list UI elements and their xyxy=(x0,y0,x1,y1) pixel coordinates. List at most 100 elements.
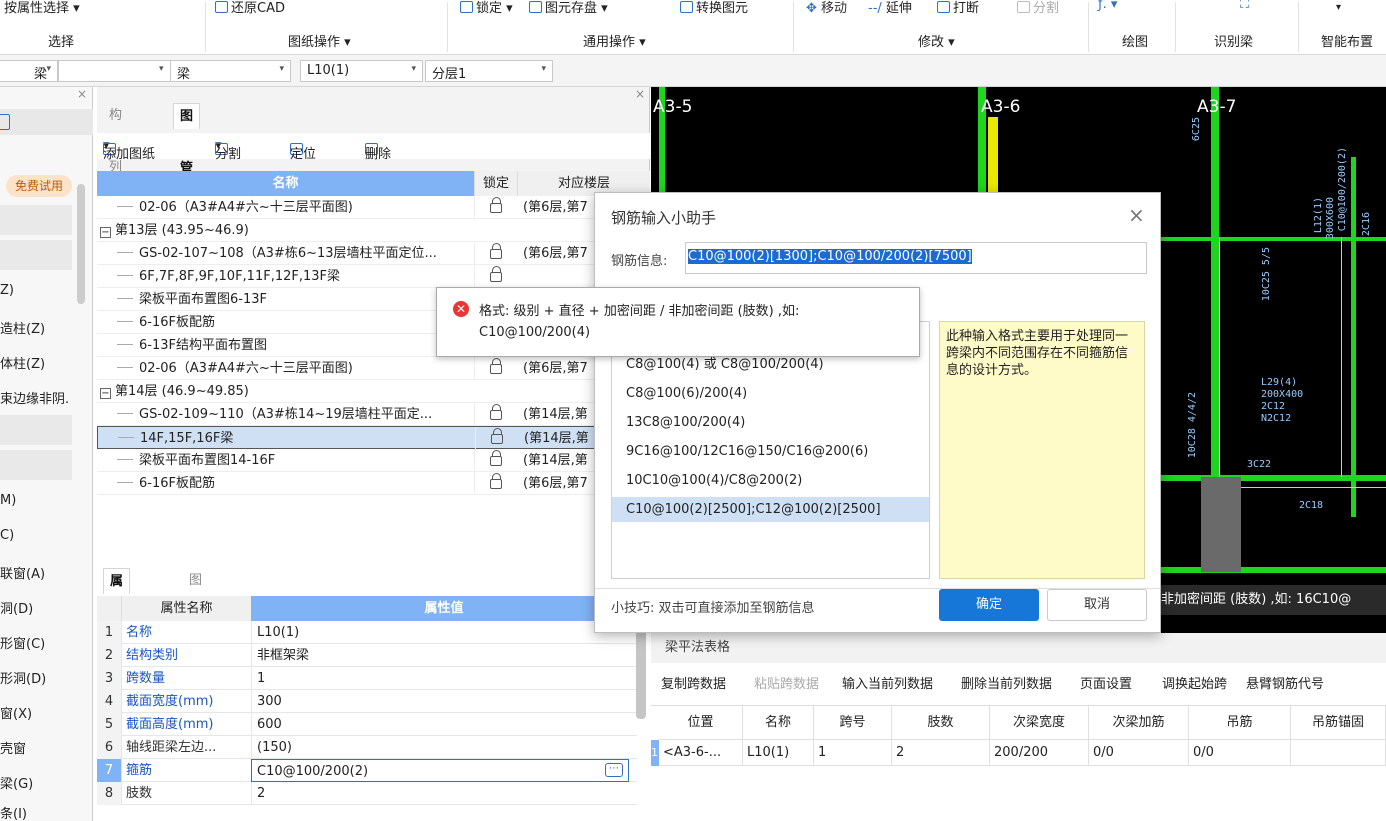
tree-item[interactable]: C) xyxy=(0,528,14,543)
column-header[interactable]: 吊筋 xyxy=(1189,706,1291,740)
property-row[interactable]: 5 截面高度(mm) 600 xyxy=(97,713,637,736)
ellipsis-icon[interactable]: ⋯ xyxy=(605,763,623,777)
table-cell[interactable]: 0/0 xyxy=(1189,740,1291,766)
property-value[interactable]: (150) xyxy=(251,736,629,759)
break-button[interactable]: 打断 xyxy=(937,0,979,16)
table-row[interactable]: 02-06（A3#A4#六~十三层平面图) (第6层,第7 xyxy=(97,196,646,219)
beam-toolbar-button[interactable]: 删除当前列数据 xyxy=(961,673,1052,692)
table-cell[interactable]: L10(1) xyxy=(743,740,814,766)
free-trial-badge[interactable]: 免费试用 xyxy=(6,175,72,197)
column-header[interactable]: 肢数 xyxy=(892,706,990,740)
tree-item[interactable]: 体柱(Z) xyxy=(0,353,45,372)
table-row[interactable]: 14F,15F,16F梁 (第14层,第 xyxy=(97,426,646,450)
example-item[interactable]: 10C10@100(4)/C8@200(2) xyxy=(612,468,929,493)
layer-combo[interactable]: 分层1 ▾ xyxy=(425,60,553,82)
column-header[interactable]: 次梁宽度 xyxy=(990,706,1089,740)
split-button[interactable]: 分割 xyxy=(1017,0,1059,16)
scrollbar[interactable] xyxy=(77,184,85,304)
example-item[interactable]: C10@100(2)[2500];C12@100(2)[2500] xyxy=(612,497,929,522)
rebar-info-input[interactable]: C10@100(2)[1300];C10@100/200(2)[7500] xyxy=(685,242,1147,274)
tree-item[interactable]: 造柱(Z) xyxy=(0,318,45,337)
column-header-property-value[interactable]: 属性值 xyxy=(251,596,637,621)
vertical-scrollbar[interactable] xyxy=(636,621,646,719)
lock-icon[interactable] xyxy=(490,473,502,489)
tree-item[interactable]: 联窗(A) xyxy=(0,563,45,582)
add-drawing-button[interactable]: 添加图纸 ▾ xyxy=(103,138,155,162)
element-subtype-combo[interactable]: 梁 ▾ xyxy=(170,60,291,82)
column-header-name[interactable]: 名称 xyxy=(97,171,474,196)
example-item[interactable]: 9C16@100/12C16@150/C16@200(6) xyxy=(612,439,929,464)
move-button[interactable]: ✥ 移动 xyxy=(806,0,847,16)
tree-group-row[interactable]: − 第13层 (43.95~46.9) xyxy=(97,219,646,242)
property-value[interactable]: 1 xyxy=(251,667,629,690)
tree-item[interactable]: 形窗(C) xyxy=(0,633,45,652)
tree-item[interactable]: 洞(D) xyxy=(0,598,33,617)
table-row[interactable]: 梁板平面布置图14-16F (第14层,第 xyxy=(97,449,646,472)
property-row[interactable]: 1 名称 L10(1) xyxy=(97,621,637,644)
table-row[interactable]: 02-06（A3#A4#六~十三层平面图) (第6层,第7 xyxy=(97,357,646,380)
table-row[interactable]: GS-02-109~110（A3#栋14~19层墙柱平面定... (第14层,第 xyxy=(97,403,646,426)
table-cell[interactable]: 2 xyxy=(892,740,990,766)
lock-button[interactable]: 锁定 ▾ xyxy=(460,0,513,16)
extend-button[interactable]: --/ 延伸 xyxy=(868,0,912,16)
element-type-combo-1[interactable]: 梁 ▾ xyxy=(0,60,58,82)
tab-drawing-management[interactable]: 图纸管理 xyxy=(173,103,201,202)
property-value[interactable]: C10@100/200(2) xyxy=(251,759,629,782)
beam-toolbar-button[interactable]: 页面设置 xyxy=(1080,673,1132,692)
tree-item[interactable]: Z) xyxy=(0,283,14,298)
table-cell[interactable] xyxy=(1291,740,1386,766)
tab-layer-management[interactable]: 图层管理 xyxy=(183,568,208,666)
cancel-button[interactable]: 取消 xyxy=(1047,589,1147,621)
table-cell[interactable]: 200/200 xyxy=(990,740,1089,766)
tree-item[interactable]: 壳窗 xyxy=(0,738,26,757)
beam-toolbar-button[interactable]: 复制跨数据 xyxy=(661,673,726,692)
collapse-icon[interactable]: − xyxy=(100,388,111,399)
beam-toolbar-button[interactable]: 粘贴跨数据 xyxy=(754,673,819,692)
property-value[interactable]: 300 xyxy=(251,690,629,713)
property-row[interactable]: 6 轴线距梁左边... (150) xyxy=(97,736,637,759)
property-value[interactable]: 非框架梁 xyxy=(251,644,629,667)
lock-icon[interactable] xyxy=(491,428,503,444)
tree-item[interactable]: 束边缘非阴. xyxy=(0,388,69,407)
lock-icon[interactable] xyxy=(490,243,502,259)
convert-element-button[interactable]: 转换图元 xyxy=(680,0,748,16)
lock-icon[interactable] xyxy=(490,404,502,420)
beam-toolbar-button[interactable]: 悬臂钢筋代号 xyxy=(1246,673,1324,692)
property-value[interactable]: 600 xyxy=(251,713,629,736)
column-header[interactable]: 位置 xyxy=(659,706,743,740)
column-header[interactable]: 次梁加筋 xyxy=(1089,706,1189,740)
lock-icon[interactable] xyxy=(490,266,502,282)
recognize-beam-icon[interactable]: ⛶ xyxy=(1240,0,1249,12)
ok-button[interactable]: 确定 xyxy=(939,589,1039,621)
tree-item[interactable]: 梁(G) xyxy=(0,773,33,792)
property-row[interactable]: 8 肢数 2 xyxy=(97,782,637,805)
restore-cad-button[interactable]: 还原CAD xyxy=(215,0,285,16)
table-row[interactable]: 6-16F板配筋 (第6层,第7 xyxy=(97,472,646,495)
tree-item[interactable]: M) xyxy=(0,493,16,508)
column-header[interactable]: 跨号 xyxy=(814,706,892,740)
property-row[interactable]: 3 跨数量 1 xyxy=(97,667,637,690)
lock-icon[interactable] xyxy=(490,197,502,213)
table-cell[interactable]: <A3-6-... xyxy=(659,740,743,766)
smart-layout-dropdown-icon[interactable]: ▾ xyxy=(1336,2,1341,13)
split-drawing-button[interactable]: 分割 ▾ xyxy=(215,138,241,162)
column-header[interactable]: 吊筋锚固 xyxy=(1291,706,1386,740)
tab-element-list[interactable]: 构件列表 xyxy=(103,103,128,201)
tree-item[interactable]: 窗(X) xyxy=(0,703,32,722)
filter-icon[interactable] xyxy=(0,114,10,130)
beam-toolbar-button[interactable]: 调换起始跨 xyxy=(1162,673,1227,692)
tree-group-row[interactable]: − 第14层 (46.9~49.85) xyxy=(97,380,646,403)
save-element-button[interactable]: 图元存盘 ▾ xyxy=(529,0,608,16)
table-row[interactable]: 6F,7F,8F,9F,10F,11F,12F,13F梁 xyxy=(97,265,646,288)
element-name-combo[interactable]: L10(1) ▾ xyxy=(300,60,423,82)
close-icon[interactable]: × xyxy=(77,87,87,101)
table-row[interactable]: GS-02-107~108（A3#栋6~13层墙柱平面定位... (第6层,第7 xyxy=(97,242,646,265)
property-row[interactable]: 4 截面宽度(mm) 300 xyxy=(97,690,637,713)
property-value[interactable]: L10(1) xyxy=(251,621,629,644)
example-item[interactable]: 13C8@100/200(4) xyxy=(612,410,929,435)
column-header[interactable]: 名称 xyxy=(743,706,814,740)
tree-item[interactable]: 形洞(D) xyxy=(0,668,46,687)
close-icon[interactable]: × xyxy=(635,87,645,101)
table-cell[interactable]: 0/0 xyxy=(1089,740,1189,766)
property-row[interactable]: 2 结构类别 非框架梁 xyxy=(97,644,637,667)
